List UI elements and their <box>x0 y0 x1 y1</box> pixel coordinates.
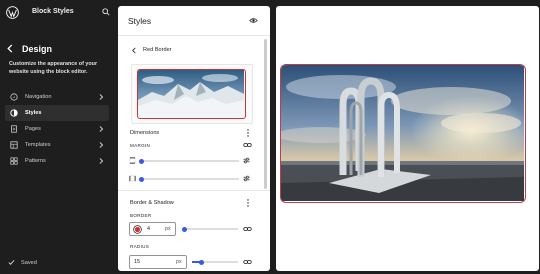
chevron-right-icon <box>97 157 105 165</box>
border-width-input[interactable]: 4 px <box>129 222 176 236</box>
margin-label: MARGIN <box>130 143 151 148</box>
sidebar-item-label: Templates <box>25 142 51 148</box>
radius-value: 15 <box>134 259 140 265</box>
sidebar-item-styles[interactable]: Styles <box>5 105 109 121</box>
border-width-unit[interactable]: px <box>165 226 171 232</box>
margin-horizontal-track <box>139 178 239 180</box>
symbol-icon <box>9 156 19 166</box>
editor-canvas[interactable] <box>276 6 539 271</box>
subpage-title: Red Border <box>143 47 172 53</box>
horizontal-sides-icon <box>129 175 136 182</box>
sidebar-nav: Navigation Styles Pages Templates Patter… <box>5 89 109 169</box>
back-chevron-icon[interactable] <box>6 44 16 54</box>
style-book-eye-icon[interactable] <box>249 17 258 24</box>
search-icon[interactable] <box>102 8 112 18</box>
save-status: Saved <box>8 259 37 266</box>
wordpress-logo-icon[interactable] <box>0 0 24 24</box>
sidebar-item-pages[interactable]: Pages <box>5 121 109 137</box>
sidebar-item-label: Pages <box>25 126 41 132</box>
link-sides-icon[interactable] <box>243 142 252 148</box>
margin-horizontal-row <box>129 174 265 184</box>
sidebar-item-templates[interactable]: Templates <box>5 137 109 153</box>
preview-image-block[interactable] <box>280 64 526 203</box>
link-corners-icon[interactable] <box>243 259 252 265</box>
margin-vertical-slider-thumb[interactable] <box>139 158 144 164</box>
radius-unit[interactable]: px <box>176 259 182 265</box>
radius-label: RADIUS <box>130 244 150 249</box>
section-divider <box>118 190 270 191</box>
sidebar-item-navigation[interactable]: Navigation <box>5 89 109 105</box>
link-sides-icon[interactable] <box>243 226 252 232</box>
styles-panel: Styles Red Border Dimensions MARGIN Bord… <box>118 6 270 271</box>
sidebar-item-label: Styles <box>25 110 42 116</box>
styles-icon <box>9 108 19 118</box>
margin-horizontal-slider-thumb[interactable] <box>139 176 144 182</box>
border-shadow-title: Border & Shadow <box>130 200 174 206</box>
sidebar: Block Styles Design Customize the appear… <box>0 0 116 274</box>
page-title: Design <box>22 44 53 54</box>
style-preview <box>131 64 253 124</box>
border-color-swatch[interactable] <box>133 225 142 234</box>
sidebar-item-patterns[interactable]: Patterns <box>5 153 109 169</box>
radius-slider-thumb[interactable] <box>199 259 204 265</box>
custom-size-settings-icon[interactable] <box>243 175 250 182</box>
margin-vertical-row <box>129 156 265 166</box>
chevron-right-icon <box>97 141 105 149</box>
save-status-label: Saved <box>21 259 37 266</box>
subpage-header: Red Border <box>118 45 270 57</box>
check-icon <box>8 259 15 265</box>
more-options-icon[interactable] <box>245 199 251 207</box>
preview-image <box>137 69 246 119</box>
layout-icon <box>9 140 19 150</box>
chevron-right-icon <box>97 125 105 133</box>
page-icon <box>9 124 19 134</box>
dimensions-title: Dimensions <box>130 130 160 136</box>
border-width-value: 4 <box>147 226 150 232</box>
border-width-track <box>182 228 238 230</box>
navigation-icon <box>9 92 19 102</box>
border-width-slider-thumb[interactable] <box>182 226 187 232</box>
vertical-sides-icon <box>129 157 136 164</box>
panel-title: Styles <box>128 16 152 26</box>
chevron-right-icon <box>97 93 105 101</box>
sidebar-item-label: Navigation <box>25 94 52 100</box>
back-chevron-icon[interactable] <box>131 47 137 54</box>
panel-header: Styles <box>118 6 270 36</box>
more-options-icon[interactable] <box>245 129 251 137</box>
sidebar-item-label: Patterns <box>25 158 46 164</box>
page-description: Customize the appearance of your website… <box>9 61 98 75</box>
panel-scrollbar[interactable] <box>264 39 267 189</box>
border-label: BORDER <box>130 213 152 218</box>
margin-vertical-track <box>139 160 239 162</box>
radius-input[interactable]: 15 px <box>129 255 187 269</box>
site-title[interactable]: Block Styles <box>32 8 74 15</box>
custom-size-settings-icon[interactable] <box>243 157 250 164</box>
